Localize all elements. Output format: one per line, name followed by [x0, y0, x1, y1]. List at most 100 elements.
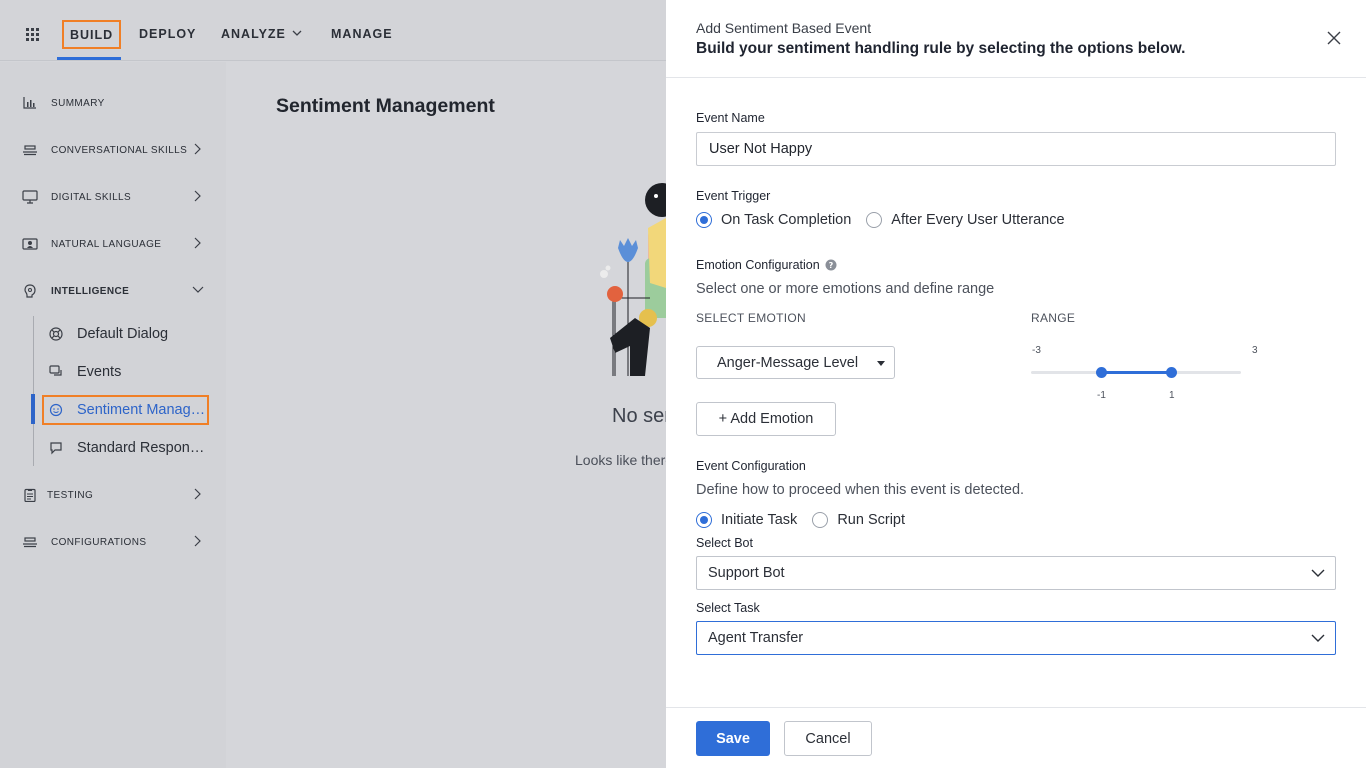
submenu-guide-line — [33, 316, 34, 466]
empty-state-title: No sentiment events added — [612, 405, 666, 427]
select-task-dropdown[interactable]: Agent Transfer — [696, 621, 1336, 655]
active-tab-underline — [57, 57, 121, 60]
trigger-option-label[interactable]: On Task Completion — [721, 212, 851, 228]
event-action-options: Initiate Task Run Script — [696, 510, 905, 530]
event-trigger-label: Event Trigger — [696, 189, 771, 203]
select-task-value: Agent Transfer — [708, 630, 804, 646]
sidebar-item-testing[interactable]: TESTING — [0, 480, 226, 510]
panel-kicker: Add Sentiment Based Event — [696, 20, 872, 36]
select-bot-dropdown[interactable]: Support Bot — [696, 556, 1336, 590]
nav-analyze-tab[interactable]: ANALYZE — [221, 27, 286, 41]
select-bot-value: Support Bot — [708, 565, 785, 581]
emotion-configuration-text: Emotion Configuration — [696, 258, 820, 272]
panel-header: Add Sentiment Based Event Build your sen… — [666, 0, 1366, 78]
smiley-icon — [49, 403, 63, 417]
help-icon[interactable]: ? — [825, 259, 837, 271]
range-slider-low-handle[interactable] — [1095, 367, 1107, 378]
select-bot-label: Select Bot — [696, 536, 753, 550]
page-title: Sentiment Management — [276, 95, 495, 117]
brain-icon — [24, 284, 36, 298]
sidebar-item-digital-skills[interactable]: DIGITAL SKILLS — [0, 182, 226, 212]
action-option-label[interactable]: Initiate Task — [721, 512, 797, 528]
select-task-label: Select Task — [696, 601, 760, 615]
event-name-label: Event Name — [696, 111, 765, 125]
sidebar-item-label: TESTING — [47, 490, 94, 501]
empty-state-subtitle: Looks like there are no events — [575, 452, 666, 468]
top-navigation: BUILD DEPLOY ANALYZE MANAGE — [0, 0, 666, 61]
sidebar-item-natural-language[interactable]: NATURAL LANGUAGE — [0, 229, 226, 259]
chevron-down-icon — [1311, 634, 1325, 642]
chevron-right-icon — [194, 190, 201, 202]
chevron-right-icon — [194, 237, 201, 249]
sidebar-subitem-label: Events — [77, 364, 122, 380]
chevron-down-icon — [192, 286, 204, 293]
lifebuoy-icon — [49, 327, 63, 341]
add-emotion-button[interactable]: + Add Emotion — [696, 402, 836, 436]
sidebar-item-label: NATURAL LANGUAGE — [51, 239, 162, 250]
sidebar-item-label: CONFIGURATIONS — [51, 537, 147, 548]
trigger-after-every-utterance-radio[interactable] — [866, 212, 883, 228]
range-min-label: -3 — [1032, 345, 1041, 356]
sidebar-item-conversational-skills[interactable]: CONVERSATIONAL SKILLS — [0, 135, 226, 165]
range-high-value: 1 — [1169, 390, 1175, 401]
sidebar-subitem-default-dialog[interactable]: Default Dialog — [45, 319, 213, 349]
close-icon[interactable] — [1326, 30, 1342, 46]
sidebar-subitem-events[interactable]: Events — [45, 357, 213, 387]
chevron-right-icon — [194, 143, 201, 155]
panel-heading: Build your sentiment handling rule by se… — [696, 40, 1186, 57]
add-sentiment-event-panel: Add Sentiment Based Event Build your sen… — [666, 0, 1366, 768]
range-low-value: -1 — [1097, 390, 1106, 401]
emotion-dropdown[interactable]: Anger-Message Level — [696, 346, 895, 379]
emotion-dropdown-value: Anger-Message Level — [717, 355, 859, 371]
save-button[interactable]: Save — [696, 721, 770, 756]
sidebar-subitem-label: Standard Responses — [77, 440, 207, 456]
event-name-input[interactable] — [696, 132, 1336, 166]
range-slider-fill — [1101, 371, 1171, 374]
nav-manage-tab[interactable]: MANAGE — [331, 27, 393, 41]
sidebar-subitem-sentiment-management[interactable]: Sentiment Management — [42, 395, 209, 425]
empty-state-illustration — [600, 183, 666, 376]
nav-deploy-tab[interactable]: DEPLOY — [139, 27, 196, 41]
empty-state-text-clip: No sentiment events added Looks like the… — [560, 390, 666, 490]
bar-chart-icon — [23, 97, 36, 109]
action-run-script-radio[interactable] — [812, 512, 829, 528]
sidebar-subitem-label: Sentiment Management — [77, 402, 207, 418]
active-subitem-indicator — [31, 394, 35, 424]
sidebar-item-configurations[interactable]: CONFIGURATIONS — [0, 527, 226, 557]
range-slider-high-handle[interactable] — [1165, 367, 1177, 378]
trigger-on-task-completion-radio[interactable] — [696, 212, 712, 228]
svg-text:?: ? — [829, 261, 834, 270]
chevron-down-icon — [1311, 569, 1325, 577]
message-icon — [50, 442, 62, 455]
emotion-configuration-description: Select one or more emotions and define r… — [696, 281, 995, 297]
sidebar-item-summary[interactable]: SUMMARY — [0, 88, 226, 118]
panel-footer: Save Cancel — [666, 707, 1366, 768]
sidebar-item-label: CONVERSATIONAL SKILLS — [51, 145, 188, 156]
cancel-button[interactable]: Cancel — [784, 721, 872, 756]
action-initiate-task-radio[interactable] — [696, 512, 712, 528]
range-max-label: 3 — [1252, 345, 1258, 356]
caret-down-icon — [877, 361, 885, 366]
monitor-icon — [22, 190, 38, 204]
trigger-option-label[interactable]: After Every User Utterance — [891, 212, 1064, 228]
sidebar-item-label: DIGITAL SKILLS — [51, 192, 132, 203]
chevron-right-icon — [194, 488, 201, 500]
nav-build-tab[interactable]: BUILD — [62, 20, 122, 49]
event-trigger-options: On Task Completion After Every User Utte… — [696, 210, 1065, 230]
action-option-label[interactable]: Run Script — [837, 512, 905, 528]
layers-icon — [23, 537, 37, 548]
nlp-icon — [22, 238, 38, 250]
sidebar-item-intelligence[interactable]: INTELLIGENCE — [0, 276, 226, 306]
emotion-configuration-label: Emotion Configuration ? — [696, 258, 837, 272]
apps-grid-icon[interactable] — [26, 28, 39, 41]
sidebar: SUMMARY CONVERSATIONAL SKILLS DIGITAL SK… — [0, 62, 226, 768]
clipboard-icon — [24, 488, 36, 502]
sidebar-subitem-label: Default Dialog — [77, 326, 169, 342]
event-configuration-description: Define how to proceed when this event is… — [696, 482, 1025, 498]
range-slider-track[interactable] — [1031, 367, 1241, 378]
chevron-down-icon[interactable] — [292, 28, 302, 38]
sidebar-subitem-standard-responses[interactable]: Standard Responses — [45, 433, 213, 463]
layers-icon — [23, 145, 37, 156]
chat-bubbles-icon — [49, 365, 62, 376]
chevron-right-icon — [194, 535, 201, 547]
